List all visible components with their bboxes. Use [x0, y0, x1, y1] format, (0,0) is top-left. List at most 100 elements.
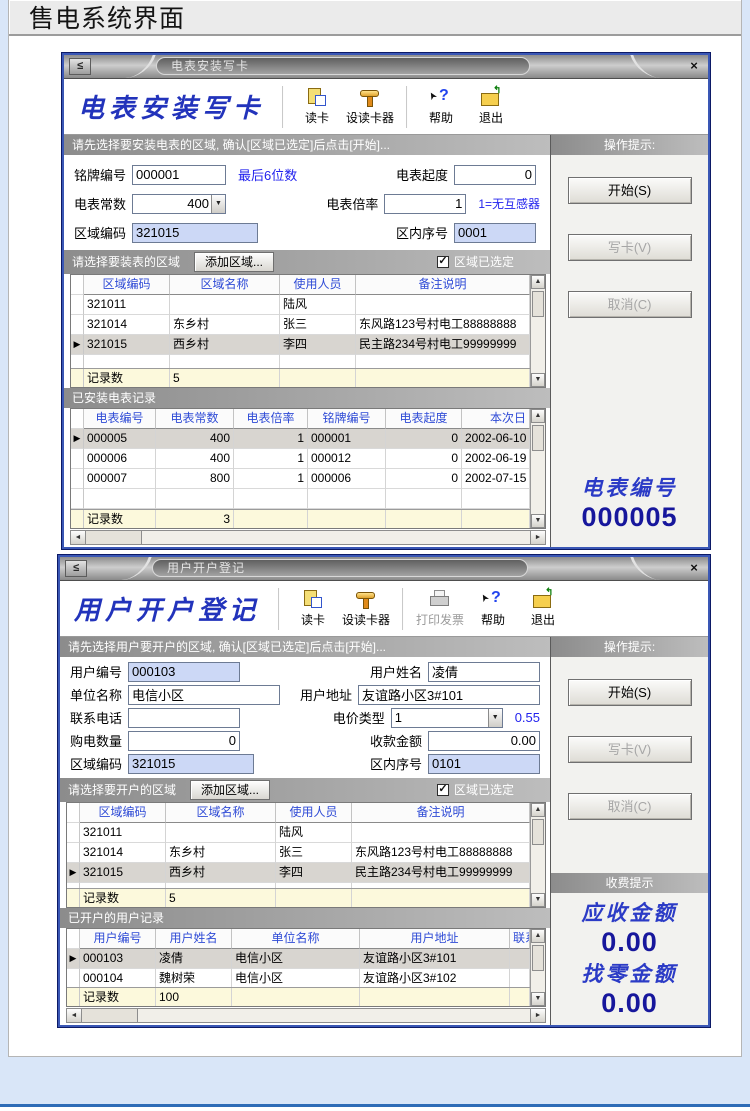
table-cell — [84, 489, 156, 509]
operation-panel: 操作提示: 开始(S) 写卡(V) 取消(C) 电表编号 000005 — [550, 135, 708, 547]
price-type-select[interactable] — [391, 708, 503, 728]
scroll-up-icon[interactable]: ▲ — [531, 929, 545, 943]
read-card-button[interactable]: 读卡 — [292, 590, 334, 628]
meter-records-band: 已安装电表记录 — [64, 388, 550, 408]
scroll-right-icon[interactable]: ► — [530, 531, 545, 544]
table-row[interactable]: 321014东乡村张三东风路123号村电工88888888 — [71, 315, 530, 335]
vertical-scrollbar[interactable]: ▲▼ — [530, 803, 545, 907]
table-header-row: 区域编码区域名称使用人员备注说明 — [67, 803, 530, 823]
table-row[interactable]: ▶321015西乡村李四民主路234号村电工99999999 — [67, 863, 530, 883]
scroll-right-icon[interactable]: ► — [530, 1009, 545, 1022]
table-row[interactable]: 321011陆风 — [71, 295, 530, 315]
scrollbar-thumb[interactable] — [82, 1009, 138, 1022]
scroll-down-icon[interactable]: ▼ — [531, 893, 545, 907]
column-header: 本次日 — [462, 409, 530, 429]
scrollbar-track[interactable] — [531, 847, 545, 893]
scroll-up-icon[interactable]: ▲ — [531, 409, 545, 423]
meter-start-reading-input[interactable] — [454, 165, 536, 185]
table-cell: 321015 — [80, 863, 166, 883]
area-serial-field[interactable] — [454, 223, 536, 243]
exit-button[interactable]: 退出 — [522, 590, 564, 628]
scrollbar-track[interactable] — [138, 1009, 530, 1022]
start-button[interactable]: 开始(S) — [568, 679, 692, 706]
scroll-down-icon[interactable]: ▼ — [531, 992, 545, 1006]
table-cell: 321014 — [84, 315, 170, 335]
column-header: 电表起度 — [386, 409, 462, 429]
close-icon[interactable]: × — [686, 560, 702, 576]
region-code-field[interactable] — [128, 754, 254, 774]
field-label: 电价类型 — [333, 708, 391, 727]
cancel-button[interactable]: 取消(C) — [568, 291, 692, 318]
scrollbar-track[interactable] — [142, 531, 530, 544]
add-region-button[interactable]: 添加区域... — [194, 252, 274, 272]
area-serial-field[interactable] — [428, 754, 540, 774]
scrollbar-thumb[interactable] — [532, 425, 544, 451]
table-row[interactable]: ▶000103凌倩电信小区友谊路小区3#101 — [67, 949, 530, 969]
table-cell — [462, 489, 530, 509]
exit-button[interactable]: 退出 — [470, 88, 512, 126]
scrollbar-thumb[interactable] — [86, 531, 142, 544]
table-row[interactable]: ▶321015西乡村李四民主路234号村电工99999999 — [71, 335, 530, 355]
meter-ratio-input[interactable] — [384, 194, 466, 214]
dropdown-arrow-icon[interactable]: ▼ — [211, 195, 225, 213]
table-row[interactable]: ▶000005400100000102002-06-10 — [71, 429, 530, 449]
cancel-button[interactable]: 取消(C) — [568, 793, 692, 820]
table-cell: 000006 — [308, 469, 386, 489]
phone-input[interactable] — [128, 708, 240, 728]
scroll-left-icon[interactable]: ◄ — [67, 1009, 82, 1022]
print-invoice-button[interactable]: 打印发票 — [416, 590, 464, 628]
add-region-button[interactable]: 添加区域... — [190, 780, 270, 800]
dropdown-arrow-icon[interactable]: ▼ — [488, 709, 502, 727]
close-icon[interactable]: × — [686, 58, 702, 74]
region-selected-checkbox[interactable] — [437, 256, 449, 268]
user-name-input[interactable] — [428, 662, 540, 682]
purchase-qty-input[interactable] — [128, 731, 240, 751]
write-card-button[interactable]: 写卡(V) — [568, 234, 692, 261]
region-code-field[interactable] — [132, 223, 258, 243]
horizontal-scrollbar[interactable]: ◄ ► — [70, 530, 546, 545]
write-card-button[interactable]: 写卡(V) — [568, 736, 692, 763]
table-header-row: 电表编号电表常数电表倍率铭牌编号电表起度本次日 — [71, 409, 530, 429]
column-header: 区域编码 — [84, 275, 170, 295]
row-selector — [71, 469, 84, 489]
scrollbar-thumb[interactable] — [532, 945, 544, 971]
help-button[interactable]: ➤? 帮助 — [420, 88, 462, 126]
set-card-reader-button[interactable]: 设读卡器 — [346, 88, 394, 126]
table-row[interactable]: 000006400100001202002-06-19 — [71, 449, 530, 469]
org-name-input[interactable] — [128, 685, 280, 705]
read-card-button[interactable]: 读卡 — [296, 88, 338, 126]
horizontal-scrollbar[interactable]: ◄ ► — [66, 1008, 546, 1023]
scroll-up-icon[interactable]: ▲ — [531, 275, 545, 289]
column-header: 区域名称 — [170, 275, 280, 295]
vertical-scrollbar[interactable]: ▲▼ — [530, 275, 545, 387]
user-number-field[interactable] — [128, 662, 240, 682]
help-button[interactable]: ➤? 帮助 — [472, 590, 514, 628]
scroll-left-icon[interactable]: ◄ — [71, 531, 86, 544]
user-address-input[interactable] — [358, 685, 540, 705]
set-card-reader-button[interactable]: 设读卡器 — [342, 590, 390, 628]
table-cell: 记录数 — [84, 510, 156, 528]
table-row[interactable]: 321011陆风 — [67, 823, 530, 843]
vertical-scrollbar[interactable]: ▲▼ — [530, 409, 545, 528]
row-selector: ▶ — [67, 949, 80, 969]
start-button[interactable]: 开始(S) — [568, 177, 692, 204]
table-row[interactable]: 000104魏树荣电信小区友谊路小区3#102 — [67, 969, 530, 987]
scrollbar-track[interactable] — [531, 973, 545, 992]
region-selected-checkbox[interactable] — [437, 784, 449, 796]
scroll-up-icon[interactable]: ▲ — [531, 803, 545, 817]
vertical-scrollbar[interactable]: ▲▼ — [530, 929, 545, 1006]
field-label: 铭牌编号 — [74, 165, 132, 184]
scrollbar-track[interactable] — [531, 453, 545, 514]
scrollbar-thumb[interactable] — [532, 819, 544, 845]
scroll-down-icon[interactable]: ▼ — [531, 514, 545, 528]
table-cell: 张三 — [280, 315, 356, 335]
amount-received-input[interactable] — [428, 731, 540, 751]
row-selector — [67, 823, 80, 843]
table-row[interactable]: 321014东乡村张三东风路123号村电工88888888 — [67, 843, 530, 863]
scroll-down-icon[interactable]: ▼ — [531, 373, 545, 387]
scrollbar-track[interactable] — [531, 319, 545, 373]
scrollbar-thumb[interactable] — [532, 291, 544, 317]
table-cell: 800 — [156, 469, 234, 489]
nameplate-number-input[interactable] — [132, 165, 226, 185]
table-row[interactable]: 000007800100000602002-07-15 — [71, 469, 530, 489]
